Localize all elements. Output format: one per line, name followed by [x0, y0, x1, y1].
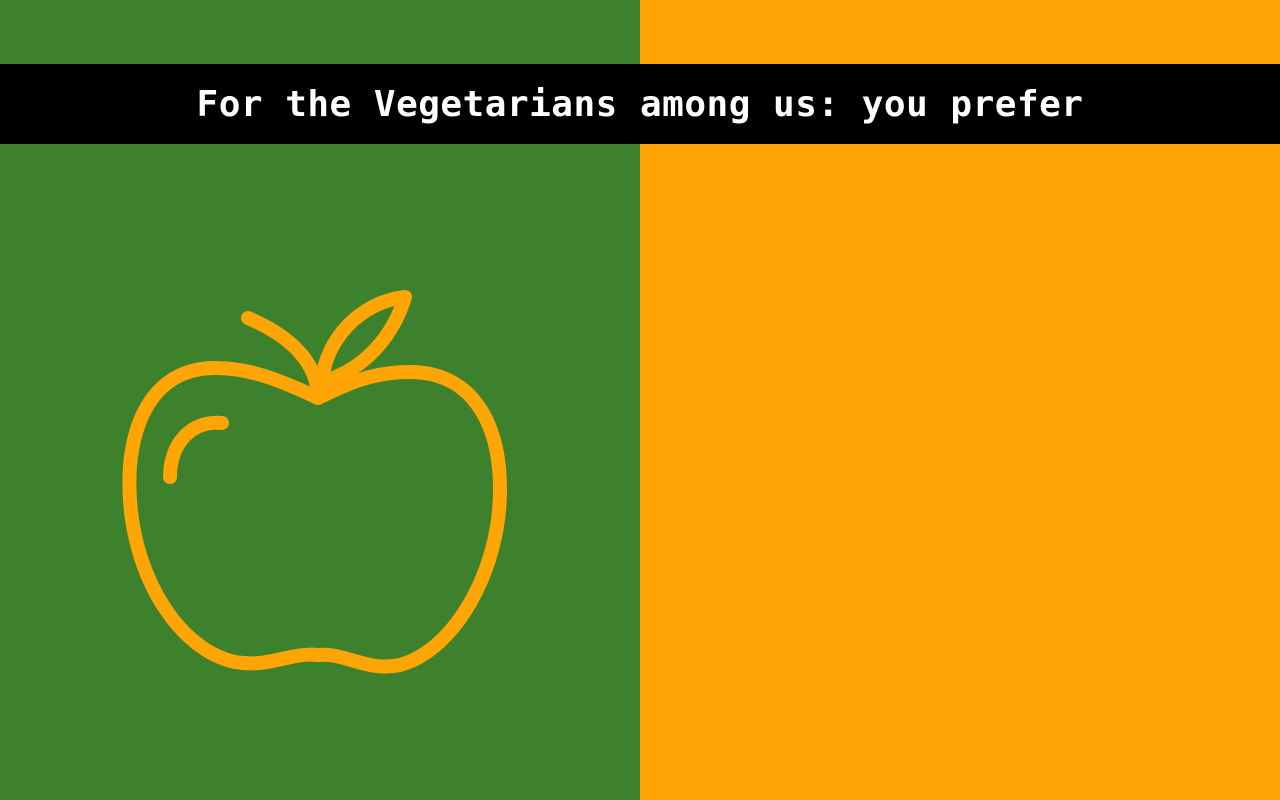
question-banner: For the Vegetarians among us: you prefer [0, 64, 1280, 144]
question-title: For the Vegetarians among us: you prefer [196, 83, 1084, 125]
